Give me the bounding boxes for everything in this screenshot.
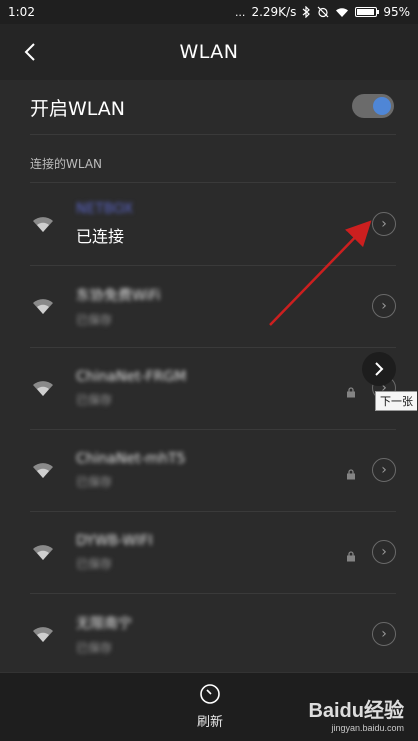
baidu-watermark: Baidu经验 jingyan.baidu.com [308, 694, 404, 733]
refresh-button[interactable]: 刷新 [190, 683, 230, 733]
next-image-button[interactable] [362, 352, 396, 386]
bottom-bar: 刷新 Baidu经验 jingyan.baidu.com [0, 672, 418, 741]
refresh-icon [200, 684, 220, 704]
chevron-right-icon [375, 362, 384, 376]
annotation-arrow [269, 220, 372, 326]
refresh-label: 刷新 [196, 715, 223, 730]
next-image-tooltip: 下一张 [375, 391, 417, 411]
watermark-brand: Baidu经验 [308, 700, 404, 722]
watermark-url: jingyan.baidu.com [331, 723, 404, 733]
